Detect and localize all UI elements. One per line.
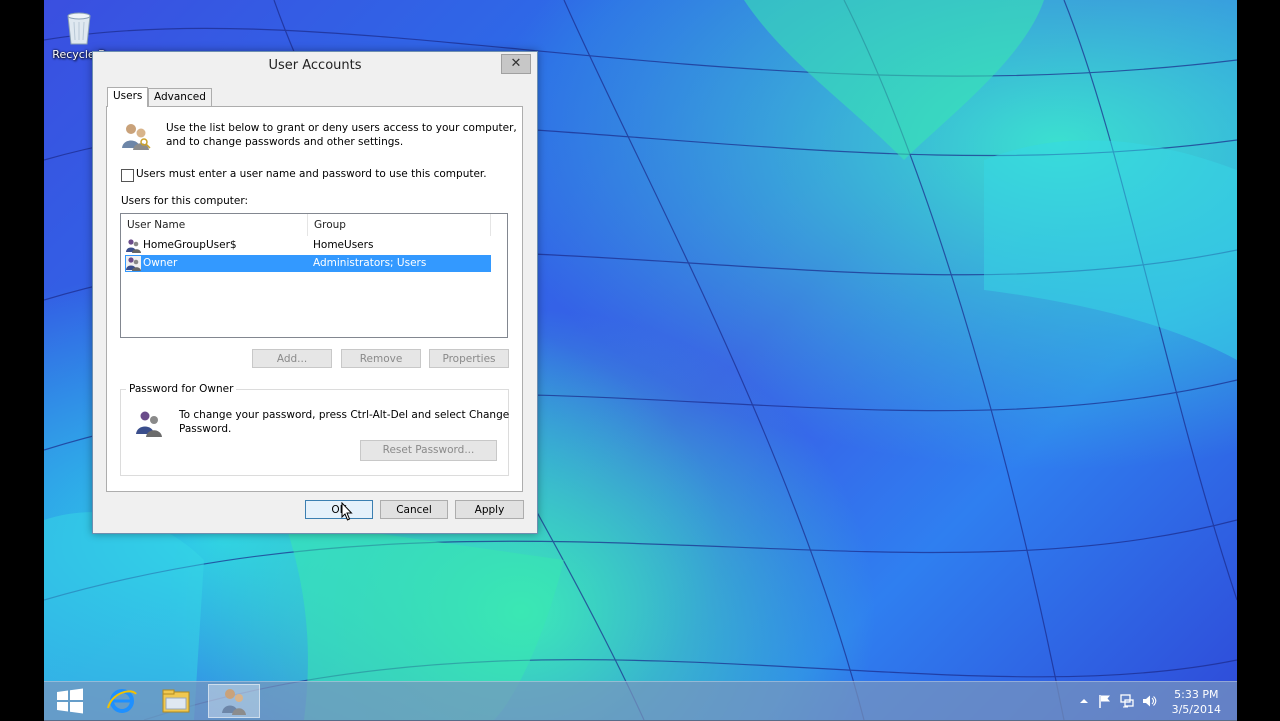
column-header-user-name[interactable]: User Name: [121, 214, 308, 236]
tab-users[interactable]: Users: [107, 87, 149, 107]
clock-time: 5:33 PM: [1174, 688, 1219, 701]
network-icon: [1120, 694, 1134, 708]
window-title: User Accounts: [268, 58, 362, 73]
file-explorer-icon: [162, 689, 190, 713]
close-button[interactable]: ✕: [501, 54, 531, 74]
show-hidden-icons-icon: [1080, 699, 1088, 703]
taskbar-file-explorer[interactable]: [150, 684, 202, 718]
intro-line-1: Use the list below to grant or deny user…: [166, 122, 517, 134]
apply-button[interactable]: Apply: [455, 500, 524, 519]
password-user-icon: [135, 408, 165, 438]
add-user-button[interactable]: Add...: [252, 349, 332, 368]
left-letterbox: [0, 0, 44, 720]
intro-text: Use the list below to grant or deny user…: [166, 121, 517, 149]
password-text-line-2: Password.: [179, 423, 232, 435]
column-header-group[interactable]: Group: [308, 214, 491, 236]
close-icon: ✕: [510, 56, 522, 71]
volume-icon: [1143, 695, 1157, 707]
taskbar-clock[interactable]: 5:33 PM 3/5/2014: [1172, 687, 1221, 717]
password-instructions: To change your password, press Ctrl-Alt-…: [179, 408, 509, 436]
show-hidden-icons-button[interactable]: [1076, 693, 1092, 709]
title-bar[interactable]: User Accounts ✕: [93, 52, 537, 80]
row-user-name: Owner: [143, 257, 178, 269]
user-icon: [126, 238, 141, 253]
user-icon: [126, 256, 141, 271]
password-group-label: Password for Owner: [126, 383, 237, 395]
start-button[interactable]: [44, 684, 96, 718]
start-icon: [57, 688, 83, 714]
network-button[interactable]: [1119, 693, 1135, 709]
column-header-user-name-label: User Name: [127, 219, 186, 231]
reset-password-button[interactable]: Reset Password...: [360, 440, 497, 461]
taskbar: 5:33 PM 3/5/2014: [44, 681, 1237, 721]
ok-button[interactable]: OK: [305, 500, 373, 519]
row-user-name: HomeGroupUser$: [143, 239, 237, 251]
tab-users-label: Users: [113, 90, 143, 102]
clock-date: 3/5/2014: [1171, 703, 1221, 716]
action-center-button[interactable]: [1097, 693, 1113, 709]
right-letterbox: [1237, 0, 1280, 720]
user-accounts-dialog: User Accounts ✕ Users Advanced Use the l…: [92, 51, 538, 534]
mouse-cursor-icon: [341, 501, 353, 521]
volume-button[interactable]: [1141, 693, 1157, 709]
users-icon: [120, 120, 152, 152]
taskbar-user-accounts[interactable]: [208, 684, 260, 718]
internet-explorer-icon: [107, 689, 137, 713]
user-accounts-icon: [222, 689, 246, 715]
row-group: Administrators; Users: [313, 257, 427, 269]
remove-user-button[interactable]: Remove: [341, 349, 421, 368]
column-header-group-label: Group: [314, 219, 346, 231]
tab-advanced[interactable]: Advanced: [148, 88, 212, 106]
require-password-label: Users must enter a user name and passwor…: [136, 168, 487, 180]
row-group: HomeUsers: [313, 239, 374, 251]
password-text-line-1: To change your password, press Ctrl-Alt-…: [179, 409, 510, 421]
tab-advanced-label: Advanced: [154, 91, 206, 103]
table-row-selected[interactable]: Owner Administrators; Users: [125, 255, 491, 272]
users-list-label: Users for this computer:: [121, 195, 249, 207]
action-center-flag-icon: [1099, 695, 1110, 708]
recycle-bin-icon: [64, 8, 94, 46]
intro-line-2: and to change passwords and other settin…: [166, 136, 404, 148]
cancel-button[interactable]: Cancel: [380, 500, 448, 519]
properties-button[interactable]: Properties: [429, 349, 509, 368]
users-list-view[interactable]: User Name Group HomeGroupUser$ HomeUsers…: [120, 213, 508, 338]
table-row[interactable]: HomeGroupUser$ HomeUsers: [125, 237, 491, 254]
require-password-checkbox[interactable]: [121, 169, 134, 182]
taskbar-internet-explorer[interactable]: [96, 684, 148, 718]
